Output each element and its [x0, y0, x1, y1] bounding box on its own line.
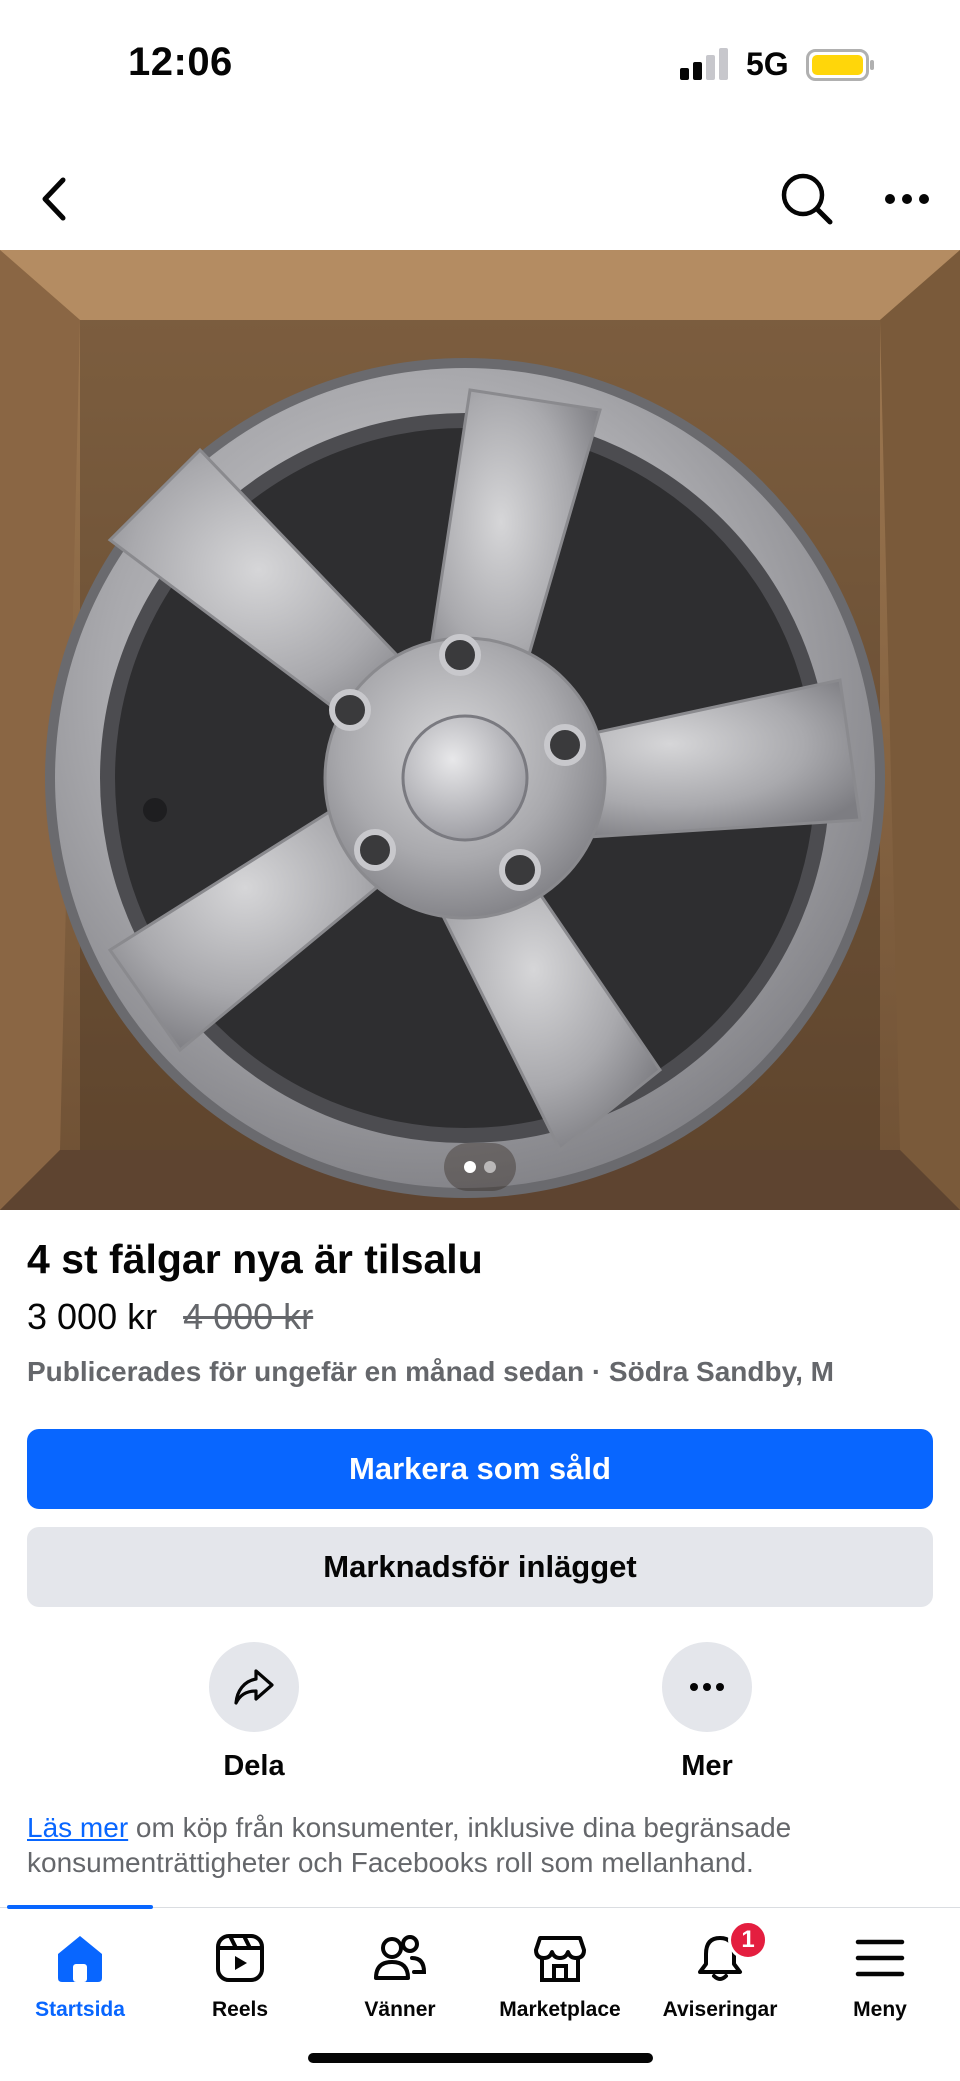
battery-icon — [806, 49, 874, 81]
more-button[interactable] — [662, 1642, 752, 1732]
disclaimer-text: om köp från konsumenter, inklusive dina … — [27, 1812, 792, 1878]
bell-icon: 1 — [692, 1920, 768, 1986]
share-icon — [234, 1669, 274, 1705]
share-action[interactable]: Dela — [184, 1642, 324, 1783]
search-button[interactable] — [772, 164, 842, 234]
status-bar: 12:06 5G — [0, 0, 960, 130]
photo-pager — [444, 1143, 516, 1191]
wheel-rim-image — [0, 250, 960, 1210]
consumer-rights-disclaimer: Läs mer om köp från konsumenter, inklusi… — [27, 1810, 937, 1880]
more-options-button[interactable] — [872, 164, 942, 234]
current-price: 3 000 kr — [27, 1296, 158, 1337]
notification-badge: 1 — [728, 1920, 768, 1960]
tab-menu[interactable]: Meny — [800, 1912, 960, 2022]
more-action[interactable]: Mer — [637, 1642, 777, 1783]
status-time: 12:06 — [128, 40, 233, 84]
listing-meta: Publicerades för ungefär en månad sedan … — [27, 1356, 834, 1387]
tab-menu-label: Meny — [853, 1998, 907, 2021]
read-more-link[interactable]: Läs mer — [27, 1812, 128, 1843]
listing-title: 4 st fälgar nya är tilsalu — [27, 1236, 483, 1282]
home-icon — [52, 1930, 108, 1986]
share-button[interactable] — [209, 1642, 299, 1732]
share-label: Dela — [223, 1750, 285, 1782]
navigation-bar — [0, 150, 960, 250]
more-horizontal-icon — [690, 1683, 724, 1691]
promote-listing-button[interactable]: Marknadsför inlägget — [27, 1527, 933, 1607]
chevron-left-icon — [42, 177, 66, 221]
pager-dot-active — [464, 1161, 476, 1173]
tab-friends-label: Vänner — [364, 1998, 436, 2021]
back-button[interactable] — [18, 164, 88, 234]
tab-friends[interactable]: Vänner — [320, 1912, 480, 2022]
signal-icon — [680, 48, 728, 80]
menu-icon — [852, 1930, 908, 1986]
tab-marketplace[interactable]: Marketplace — [480, 1912, 640, 2022]
marketplace-icon — [532, 1930, 588, 1986]
pager-dot — [484, 1161, 496, 1173]
more-horizontal-icon — [885, 194, 929, 204]
reels-icon — [212, 1930, 268, 1986]
tab-home[interactable]: Startsida — [0, 1912, 160, 2022]
mark-as-sold-button[interactable]: Markera som såld — [27, 1429, 933, 1509]
search-icon — [781, 173, 833, 225]
network-type: 5G — [746, 46, 789, 82]
active-tab-indicator — [7, 1905, 153, 1909]
more-label: Mer — [681, 1750, 733, 1782]
tab-marketplace-label: Marketplace — [499, 1998, 621, 2021]
original-price: 4 000 kr — [183, 1296, 314, 1337]
friends-icon — [372, 1930, 428, 1986]
tab-reels[interactable]: Reels — [160, 1912, 320, 2022]
tab-notifications-label: Aviseringar — [662, 1998, 778, 2021]
listing-photo[interactable] — [0, 250, 960, 1210]
tab-reels-label: Reels — [211, 1998, 269, 2021]
tab-notifications[interactable]: 1 Aviseringar — [640, 1912, 800, 2022]
price-row: 3 000 kr 4 000 kr — [27, 1296, 313, 1338]
home-indicator — [308, 2053, 653, 2063]
tab-home-label: Startsida — [35, 1998, 125, 2021]
bottom-tab-bar: Startsida Reels Vänner Marketplace 1 Avi… — [0, 1912, 960, 2022]
